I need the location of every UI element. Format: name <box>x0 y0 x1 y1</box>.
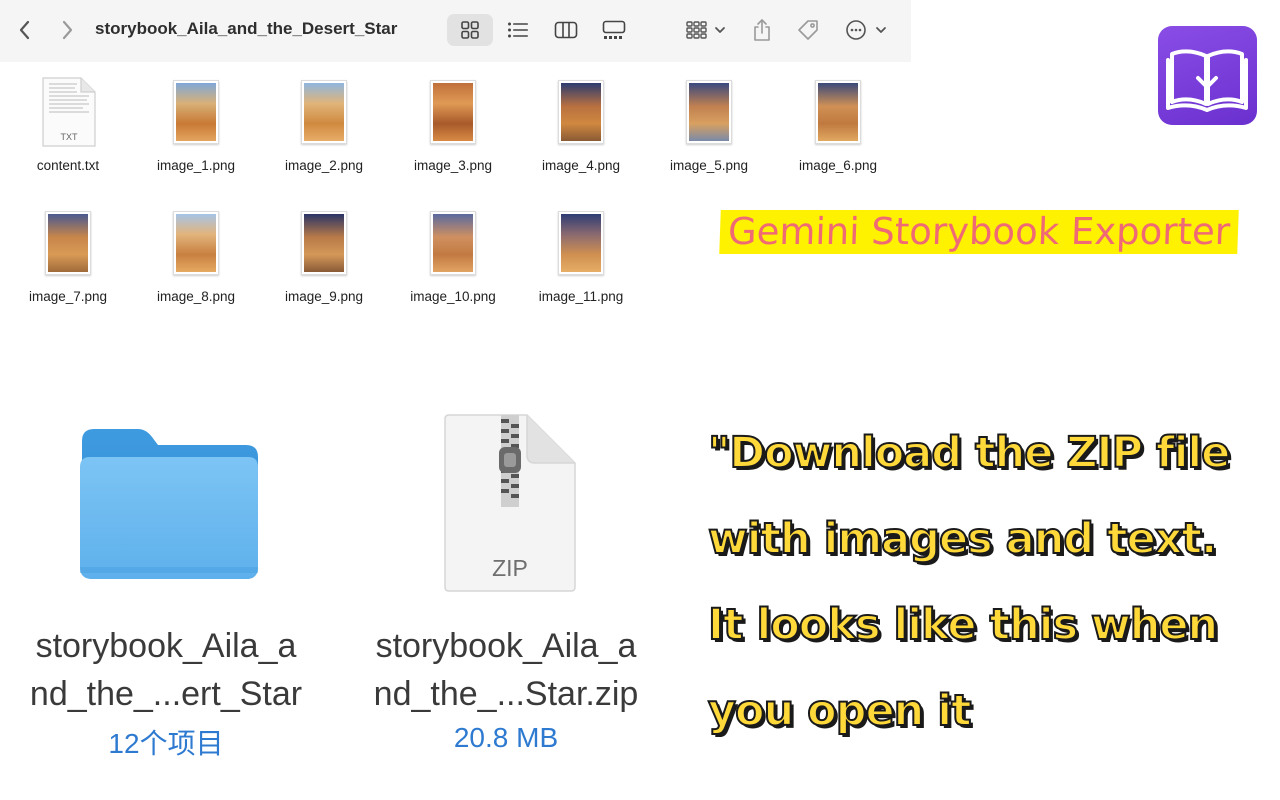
file-name: image_3.png <box>413 158 493 173</box>
file-item[interactable]: image_1.png <box>132 76 260 173</box>
image-thumbnail <box>173 211 219 275</box>
file-name: image_11.png <box>538 289 624 304</box>
file-name: content.txt <box>36 158 100 173</box>
file-name: image_8.png <box>156 289 236 304</box>
image-thumbnail <box>301 80 347 144</box>
file-name: image_1.png <box>156 158 236 173</box>
image-thumbnail <box>430 211 476 275</box>
file-item[interactable]: image_6.png <box>774 76 902 173</box>
file-name: image_5.png <box>669 158 749 173</box>
text-file-icon: TXT <box>4 76 132 148</box>
folder-item-count: 12个项目 <box>108 728 224 759</box>
zip-file-name: storybook_Aila_a nd_the_...Star.zip <box>373 627 639 713</box>
file-name: image_2.png <box>284 158 364 173</box>
folder-icon <box>76 427 262 588</box>
image-thumbnail <box>301 211 347 275</box>
image-thumbnail <box>430 80 476 144</box>
grid-view-icon[interactable] <box>455 15 485 45</box>
caption-text: "Download the ZIP file with images and t… <box>707 427 1231 737</box>
file-item[interactable]: image_3.png <box>389 76 517 173</box>
gallery-view-icon[interactable] <box>599 15 629 45</box>
image-thumbnail <box>815 80 861 144</box>
column-view-icon[interactable] <box>551 15 581 45</box>
file-item[interactable]: image_4.png <box>517 76 645 173</box>
svg-text:TXT: TXT <box>61 132 79 142</box>
image-thumbnail <box>173 80 219 144</box>
file-item[interactable]: image_7.png <box>4 207 132 304</box>
list-view-icon[interactable] <box>503 15 533 45</box>
chevron-left-icon[interactable] <box>10 15 40 45</box>
file-item[interactable]: image_2.png <box>260 76 388 173</box>
image-thumbnail <box>45 211 91 275</box>
file-name: image_4.png <box>541 158 621 173</box>
file-item[interactable]: image_10.png <box>389 207 517 304</box>
file-item[interactable]: image_11.png <box>517 207 645 304</box>
file-name: image_6.png <box>798 158 878 173</box>
zip-file-size: 20.8 MB <box>453 722 559 753</box>
share-icon[interactable] <box>747 15 777 45</box>
file-item[interactable]: image_9.png <box>260 207 388 304</box>
image-thumbnail <box>558 211 604 275</box>
file-item[interactable]: image_8.png <box>132 207 260 304</box>
zip-file-icon: ZIP <box>441 413 577 598</box>
finder-toolbar: storybook_Aila_and_the_Desert_Star <box>0 0 911 62</box>
file-item[interactable]: image_5.png <box>645 76 773 173</box>
book-download-icon <box>1166 49 1248 112</box>
window-title: storybook_Aila_and_the_Desert_Star <box>95 19 398 38</box>
file-name: image_9.png <box>284 289 364 304</box>
file-name: image_10.png <box>410 289 496 304</box>
group-icon[interactable] <box>683 15 729 45</box>
file-name: image_7.png <box>28 289 108 304</box>
product-title: Gemini Storybook Exporter <box>719 210 1239 254</box>
file-item[interactable]: TXT content.txt <box>4 76 132 173</box>
app-logo <box>1158 26 1257 125</box>
more-icon[interactable] <box>843 15 891 45</box>
image-thumbnail <box>558 80 604 144</box>
folder-name: storybook_Aila_a nd_the_...ert_Star <box>29 627 303 713</box>
chevron-right-icon[interactable] <box>52 15 82 45</box>
svg-text:ZIP: ZIP <box>492 555 528 581</box>
image-thumbnail <box>686 80 732 144</box>
tag-icon[interactable] <box>793 15 823 45</box>
